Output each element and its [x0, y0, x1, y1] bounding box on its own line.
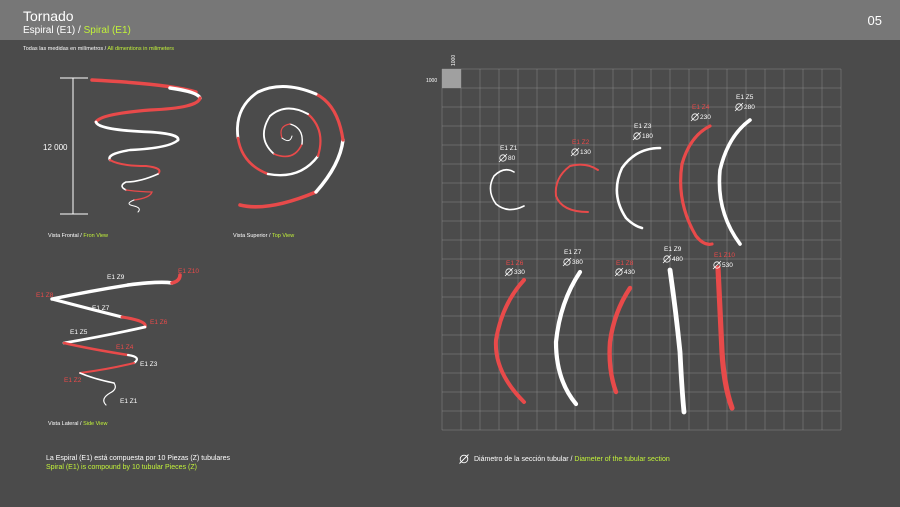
subtitle-sep: / — [75, 25, 84, 36]
piece-z5-diameter: 280 — [744, 104, 755, 111]
piece-z7-id: E1 Z7 — [564, 249, 582, 256]
side-label-z2: E1 Z2 — [64, 377, 82, 384]
piece-z10-diameter: 530 — [722, 262, 733, 269]
piece-z10-arc — [715, 265, 735, 411]
units-note-es: Todas las medidas en milímetros — [23, 46, 104, 52]
piece-z9-diameter: 480 — [672, 256, 683, 263]
side-label-z10: E1 Z10 — [178, 268, 199, 275]
legend-en: Diameter of the tubular section — [574, 456, 670, 463]
diameter-icon — [614, 267, 624, 277]
front-view-drawing: 12 000 — [43, 77, 202, 215]
piece-z6-id: E1 Z6 — [506, 260, 524, 267]
piece-z4-arc — [679, 124, 714, 246]
side-view-caption: Vista Lateral / Side View — [48, 421, 108, 427]
units-note: Todas las medidas en milímetros / All di… — [23, 46, 174, 52]
diameter-icon — [632, 131, 642, 141]
pieces-grid: 1000 1000 E1 Z1 80 E1 Z2 130 E1 Z3 180 E… — [426, 55, 842, 431]
piece-z4-diameter: 230 — [700, 114, 711, 121]
piece-z9-arc — [667, 267, 687, 415]
top-caption-en: Top View — [271, 233, 295, 239]
diameter-legend: Diámetro de la sección tubular / Diamete… — [474, 455, 670, 464]
subtitle-es: Espiral (E1) — [23, 25, 76, 36]
piece-z1-diameter: 80 — [508, 155, 516, 162]
side-caption-en: Side View — [83, 421, 108, 427]
piece-z6-diameter: 330 — [514, 269, 525, 276]
piece-z1-id: E1 Z1 — [500, 145, 518, 152]
piece-z2-arc — [554, 163, 599, 213]
piece-z8-id: E1 Z8 — [616, 260, 634, 267]
piece-z4-id: E1 Z4 — [692, 104, 710, 111]
piece-z5-arc — [717, 118, 752, 246]
side-view-drawing: E1 Z1 E1 Z2 E1 Z3 E1 Z4 E1 Z5 E1 Z6 E1 Z… — [36, 268, 199, 406]
diameter-icon — [498, 153, 508, 163]
piece-z2-diameter: 130 — [580, 149, 591, 156]
composition-es: La Espiral (E1) está compuesta por 10 Pi… — [46, 455, 231, 462]
scale-square — [442, 69, 461, 88]
piece-z2-id: E1 Z2 — [572, 139, 590, 146]
piece-z8-diameter: 430 — [624, 269, 635, 276]
legend-es: Diámetro de la sección tubular — [474, 456, 569, 463]
composition-note: La Espiral (E1) está compuesta por 10 Pi… — [46, 454, 230, 472]
piece-z8-arc — [607, 285, 633, 395]
piece-z7-arc — [553, 269, 583, 407]
side-label-z1: E1 Z1 — [120, 398, 138, 405]
piece-z5-id: E1 Z5 — [736, 94, 754, 101]
side-label-z4: E1 Z4 — [116, 344, 134, 351]
side-label-z8: E1 Z8 — [36, 292, 54, 299]
top-view-caption: Vista Superior / Top View — [233, 233, 295, 239]
side-label-z6: E1 Z6 — [150, 319, 168, 326]
side-label-z9: E1 Z9 — [107, 274, 125, 281]
diameter-icon — [570, 147, 580, 157]
page-subtitle: Espiral (E1) / Spiral (E1) — [23, 25, 131, 36]
page-number: 05 — [867, 13, 882, 28]
front-view-caption: Vista Frontal / Fron View — [48, 233, 109, 239]
front-spiral — [90, 78, 202, 213]
piece-z3-arc — [615, 146, 662, 230]
top-caption-es: Vista Superior — [233, 233, 268, 239]
piece-z3-diameter: 180 — [642, 133, 653, 140]
front-caption-en: Fron View — [83, 233, 109, 239]
piece-z9-id: E1 Z9 — [664, 246, 682, 253]
piece-z3-id: E1 Z3 — [634, 123, 652, 130]
page-title: Tornado — [23, 8, 74, 24]
diameter-legend-icon — [459, 454, 469, 464]
top-view-drawing — [236, 85, 345, 209]
header-bar: Tornado Espiral (E1) / Spiral (E1) 05 — [0, 0, 900, 40]
side-caption-es: Vista Lateral — [48, 421, 79, 427]
dimension-label: 12 000 — [43, 143, 68, 152]
piece-z7-diameter: 380 — [572, 259, 583, 266]
diameter-icon — [690, 112, 700, 122]
units-note-en: All dimentions in milimeters — [107, 46, 175, 52]
subtitle-en: Spiral (E1) — [83, 25, 131, 36]
side-label-z7: E1 Z7 — [92, 305, 110, 312]
scale-label: 1000 — [426, 78, 437, 84]
diameter-icon — [504, 267, 514, 277]
side-label-z3: E1 Z3 — [140, 361, 158, 368]
piece-z10-id: E1 Z10 — [714, 252, 735, 259]
piece-z6-arc — [493, 278, 526, 404]
piece-z1-arc — [489, 168, 525, 211]
composition-en: Spiral (E1) is compound by 10 tubular Pi… — [46, 464, 197, 471]
scale-label-vertical: 1000 — [451, 55, 457, 66]
front-caption-es: Vista Frontal — [48, 233, 79, 239]
side-label-z5: E1 Z5 — [70, 329, 88, 336]
